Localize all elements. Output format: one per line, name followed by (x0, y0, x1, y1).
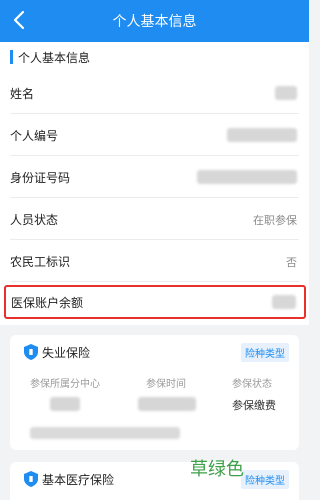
redacted-value (272, 295, 296, 309)
divider (10, 281, 299, 282)
shield-icon (24, 344, 38, 360)
shield-icon (24, 471, 38, 487)
card-title: 基本医疗保险 (42, 473, 115, 487)
redacted-value (275, 86, 297, 100)
redacted-value (50, 397, 80, 411)
row-value: 在职参保 (253, 214, 297, 227)
insurance-card-unemployment[interactable]: 失业保险 险种类型 参保所属分中心 参保时间 参保状态 参保缴费 (10, 335, 299, 450)
row-label: 个人编号 (10, 129, 59, 143)
row-value: 否 (286, 256, 297, 269)
watermark: 草绿色 (190, 459, 244, 480)
row-label: 医保账户余额 (11, 296, 84, 310)
section-header: 个人基本信息 (0, 42, 309, 72)
redacted-value (30, 427, 180, 439)
card-title: 失业保险 (42, 346, 91, 360)
column-header: 参保时间 (146, 379, 186, 390)
row-label: 身份证号码 (10, 171, 71, 185)
row-id-number: 身份证号码 (0, 156, 309, 198)
row-name: 姓名 (0, 72, 309, 114)
row-personal-id: 个人编号 (0, 114, 309, 156)
redacted-value (227, 128, 297, 142)
row-label: 姓名 (10, 87, 35, 101)
status-value: 参保缴费 (232, 399, 276, 412)
page-title: 个人基本信息 (112, 14, 197, 30)
section-accent-bar (10, 50, 13, 64)
column-header: 参保所属分中心 (30, 379, 100, 390)
row-label: 人员状态 (10, 213, 59, 227)
row-person-status: 人员状态 在职参保 (0, 198, 309, 240)
insurance-type-tag: 险种类型 (241, 470, 289, 489)
top-bar: 个人基本信息 (0, 0, 309, 42)
redacted-value (138, 397, 196, 411)
row-label: 农民工标识 (10, 255, 71, 269)
insurance-type-tag: 险种类型 (241, 343, 289, 362)
redacted-value (197, 170, 297, 184)
column-header: 参保状态 (232, 379, 272, 390)
row-migrant-worker-flag: 农民工标识 否 (0, 240, 309, 282)
section-title: 个人基本信息 (18, 51, 91, 65)
medical-account-balance-row: 医保账户余额 (4, 285, 306, 319)
insurance-card-basic-medical[interactable]: 基本医疗保险 险种类型 (10, 462, 299, 500)
